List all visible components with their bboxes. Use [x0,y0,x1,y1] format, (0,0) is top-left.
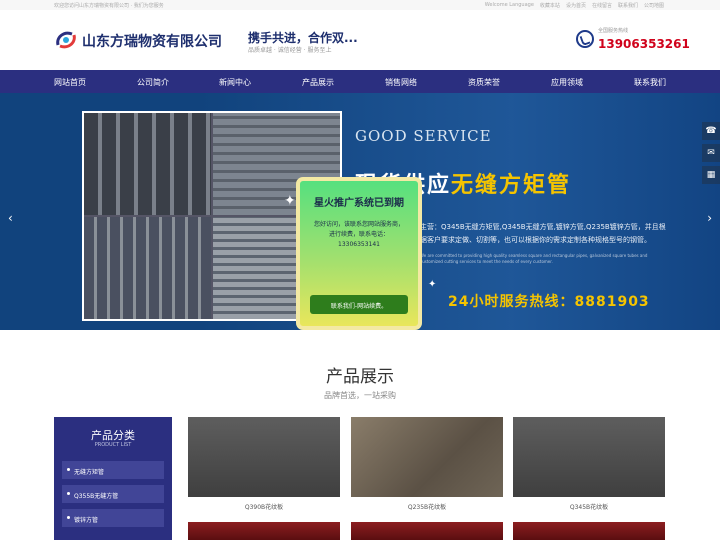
popup-title: 星火推广系统已到期 [314,198,404,209]
banner-next-arrow-icon[interactable]: › [707,211,712,225]
product-label[interactable]: Q345B花纹板 [513,502,665,511]
float-phone-icon[interactable]: ☎ [702,122,720,140]
top-links: Welcome Language 收藏本站 设为首页 在线留言 联系我们 公司地… [485,2,664,9]
banner-prev-arrow-icon[interactable]: ‹ [8,211,13,225]
slogan: 携手共进，合作双... [248,31,358,45]
product-card[interactable]: Q390B花纹板 [188,417,340,511]
nav-item-about[interactable]: 公司简介 [137,77,169,88]
popup-phone: 13306353141 [338,241,380,248]
phone-icon [576,30,594,48]
nav-item-home[interactable]: 网站首页 [54,77,86,88]
site-header: 山东方瑞物资有限公司 携手共进，合作双... 品质卓越 · 诚信经营 · 服务至… [0,10,720,70]
products-section-subtitle: 品牌首选，一站采购 [324,391,396,400]
banner-en-title: GOOD SERVICE [355,127,492,145]
banner-description-en: We are committed to providing high quali… [420,253,648,264]
product-image[interactable] [188,522,340,540]
top-link-language[interactable]: Welcome Language [485,2,534,9]
slogan-subtext: 品质卓越 · 诚信经营 · 服务至上 [248,47,332,54]
category-item[interactable]: 无缝方矩管 [62,461,164,479]
top-link-message[interactable]: 在线留言 [592,2,612,9]
popup-body-line: 您好访问，该联系您网站服务商， [313,221,404,228]
product-category-sidebar: 产品分类 PRODUCT LIST 无缝方矩管 Q355B无缝方管 镀锌方管 [54,417,172,540]
product-image[interactable] [351,417,503,497]
phone-number: 13906353261 [598,37,690,51]
phone-label: 全国服务热线 [598,28,629,34]
product-image[interactable] [188,417,340,497]
product-image[interactable] [513,522,665,540]
nav-item-sales-network[interactable]: 销售网络 [385,77,417,88]
main-nav: 网站首页 公司简介 新闻中心 产品展示 销售网络 资质荣誉 应用领域 联系我们 [0,70,720,93]
banner-description: 主营：Q345B无缝方矩管,Q345B无缝方管,镀锌方管,Q235B镀锌方管，并… [420,223,666,244]
nav-item-applications[interactable]: 应用领域 [551,77,583,88]
top-link-homepage[interactable]: 设为首页 [566,2,586,9]
top-link-contact[interactable]: 联系我们 [618,2,638,9]
sidebar-title: 产品分类 [91,429,135,442]
top-link-bookmark[interactable]: 收藏本站 [540,2,560,9]
product-card[interactable]: Q235B花纹板 [351,417,503,511]
product-image[interactable] [351,522,503,540]
product-image[interactable] [513,417,665,497]
banner-photo-1 [84,113,211,215]
nav-item-honors[interactable]: 资质荣誉 [468,77,500,88]
company-name[interactable]: 山东方瑞物资有限公司 [82,31,222,51]
sparkle-icon: ✦ [284,193,296,209]
nav-item-contact[interactable]: 联系我们 [634,77,666,88]
category-item[interactable]: 镀锌方管 [62,509,164,527]
expiration-popup: 星火推广系统已到期 您好访问，该联系您网站服务商， 进行续费，联系电话： 133… [296,177,422,330]
company-logo[interactable] [54,29,78,51]
popup-renew-button[interactable]: 联系我们-网站续费。 [310,295,408,314]
nav-item-news[interactable]: 新闻中心 [219,77,251,88]
banner-photo-3 [84,217,211,319]
product-card-partial[interactable] [351,522,503,540]
float-chat-icon[interactable]: ✉ [702,144,720,162]
popup-body-line: 进行续费，联系电话： [328,231,389,238]
product-card-partial[interactable] [188,522,340,540]
products-section-title: 产品展示 [326,367,394,387]
category-item[interactable]: Q355B无缝方管 [62,485,164,503]
sparkle-icon: ✦ [428,279,437,290]
product-label[interactable]: Q235B花纹板 [351,502,503,511]
popup-body: 您好访问，该联系您网站服务商， 进行续费，联系电话： 13306353141 [308,220,410,250]
product-card[interactable]: Q345B花纹板 [513,417,665,511]
float-qr-code-icon[interactable]: ▦ [702,166,720,184]
welcome-text: 欢迎您访问山东方瑞物资有限公司 · 我们为您服务 [54,3,164,9]
sidebar-subtitle: PRODUCT LIST [94,442,132,448]
top-link-sitemap[interactable]: 公司地图 [644,2,664,9]
nav-item-products[interactable]: 产品展示 [302,77,334,88]
product-label[interactable]: Q390B花纹板 [188,502,340,511]
top-bar: 欢迎您访问山东方瑞物资有限公司 · 我们为您服务 Welcome Languag… [0,0,720,10]
product-card-partial[interactable] [513,522,665,540]
floating-contact-bar: ☎ ✉ ▦ [702,122,720,188]
banner-title-highlight: 无缝方矩管 [451,173,572,198]
banner-hotline: 24小时服务热线：8881903 [448,294,650,310]
